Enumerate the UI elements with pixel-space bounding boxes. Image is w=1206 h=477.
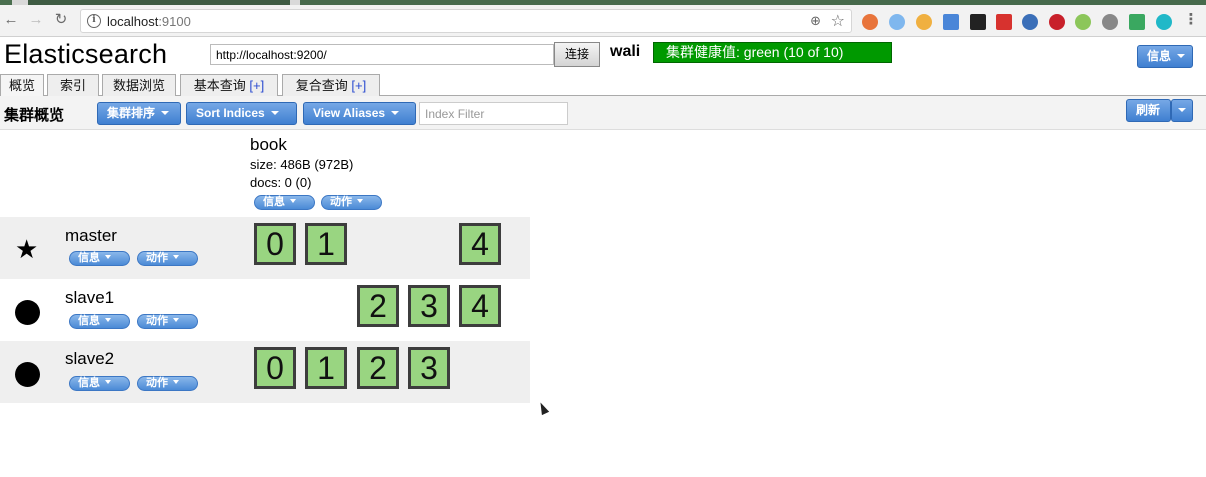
shard-box[interactable]: 0 <box>254 223 296 265</box>
refresh-button[interactable]: 刷新 <box>1126 99 1171 122</box>
bookmark-star-icon[interactable]: ☆ <box>831 11 845 31</box>
index-name: book <box>250 135 287 154</box>
reload-icon[interactable]: ↻ <box>52 11 70 29</box>
extension-icon[interactable] <box>1102 14 1118 30</box>
chevron-down-icon <box>1177 53 1186 58</box>
node-name: slave1 <box>65 288 115 307</box>
node-action-button[interactable]: 动作 <box>137 251 198 266</box>
chevron-down-icon <box>105 380 111 385</box>
index-action-button[interactable]: 动作 <box>321 195 382 210</box>
zoom-icon[interactable]: ⊕ <box>810 13 821 29</box>
node-row-master: ★ master 信息 动作 0 1 4 <box>0 217 530 279</box>
cluster-health-badge: 集群健康值: green (10 of 10) <box>653 42 892 63</box>
connect-button[interactable]: 连接 <box>554 42 600 67</box>
refresh-options-button[interactable] <box>1171 99 1193 122</box>
tab-indices[interactable]: 索引 <box>47 74 99 96</box>
node-name: master <box>65 226 117 245</box>
chevron-down-icon <box>357 199 363 204</box>
adblock-icon[interactable] <box>1049 14 1065 30</box>
index-filter-input[interactable] <box>419 102 568 125</box>
chevron-down-icon <box>173 380 179 385</box>
chevron-down-icon <box>290 199 296 204</box>
shard-box[interactable]: 0 <box>254 347 296 389</box>
index-info-button[interactable]: 信息 <box>254 195 315 210</box>
extension-icon[interactable] <box>916 14 932 30</box>
extension-icon[interactable] <box>1129 14 1145 30</box>
page-title: 集群概览 <box>4 107 65 124</box>
extension-icon[interactable] <box>1156 14 1172 30</box>
view-aliases-button[interactable]: View Aliases <box>303 102 416 125</box>
extension-icon[interactable] <box>996 14 1012 30</box>
tab-browser[interactable]: 数据浏览 <box>102 74 176 96</box>
browser-menu-icon[interactable]: ⋮ <box>1182 11 1200 29</box>
sort-indices-button[interactable]: Sort Indices <box>186 102 297 125</box>
shard-box[interactable]: 3 <box>408 285 450 327</box>
chevron-down-icon <box>161 110 170 115</box>
shard-box[interactable]: 3 <box>408 347 450 389</box>
browser-toolbar: ← → ↻ i localhost:9100 ⊕ ☆ ⋮ <box>0 5 1206 37</box>
extension-icon[interactable] <box>889 14 905 30</box>
cluster-sort-button[interactable]: 集群排序 <box>97 102 181 125</box>
extension-icon[interactable] <box>1075 14 1091 30</box>
chevron-down-icon <box>1178 107 1186 112</box>
shard-box[interactable]: 2 <box>357 285 399 327</box>
tab-overview[interactable]: 概览 <box>0 74 44 97</box>
chevron-down-icon <box>173 318 179 323</box>
node-row-slave1: slave1 信息 动作 2 3 4 <box>0 279 530 341</box>
chevron-down-icon <box>105 318 111 323</box>
app-title: Elasticsearch <box>4 39 168 69</box>
node-info-button[interactable]: 信息 <box>69 376 130 391</box>
connect-url-input[interactable] <box>210 44 554 65</box>
site-info-icon[interactable]: i <box>87 14 101 28</box>
circle-icon <box>15 300 40 325</box>
extension-icon[interactable] <box>1022 14 1038 30</box>
chevron-down-icon <box>105 255 111 260</box>
node-name: slave2 <box>65 349 115 368</box>
extension-icon[interactable] <box>970 14 986 30</box>
shard-box[interactable]: 4 <box>459 223 501 265</box>
chevron-down-icon <box>270 110 279 115</box>
node-row-slave2: slave2 信息 动作 0 1 2 3 <box>0 341 530 403</box>
tab-basic-query[interactable]: 基本查询 [+] <box>180 74 278 96</box>
mouse-cursor-icon <box>536 400 550 416</box>
index-size: size: 486B (972B) <box>250 157 354 172</box>
shard-box[interactable]: 2 <box>357 347 399 389</box>
star-icon: ★ <box>15 234 39 264</box>
tab-compound-query[interactable]: 复合查询 [+] <box>282 74 380 96</box>
extension-icon[interactable] <box>862 14 878 30</box>
node-info-button[interactable]: 信息 <box>69 251 130 266</box>
shard-box[interactable]: 4 <box>459 285 501 327</box>
node-info-button[interactable]: 信息 <box>69 314 130 329</box>
cluster-name: wali <box>610 43 641 60</box>
extension-icon[interactable] <box>943 14 959 30</box>
forward-arrow-icon[interactable]: → <box>27 11 45 29</box>
index-docs: docs: 0 (0) <box>250 175 312 190</box>
info-menu-button[interactable]: 信息 <box>1137 45 1193 68</box>
address-text: localhost:9100 <box>107 14 191 29</box>
circle-icon <box>15 362 40 387</box>
back-arrow-icon[interactable]: ← <box>2 11 20 29</box>
chevron-down-icon <box>173 255 179 260</box>
node-action-button[interactable]: 动作 <box>137 376 198 391</box>
node-action-button[interactable]: 动作 <box>137 314 198 329</box>
main-tabs: 概览 索引 数据浏览 基本查询 [+] 复合查询 [+] <box>0 74 1206 97</box>
chevron-down-icon <box>391 110 400 115</box>
address-bar[interactable]: i localhost:9100 ⊕ ☆ <box>80 9 852 33</box>
shard-box[interactable]: 1 <box>305 347 347 389</box>
shard-box[interactable]: 1 <box>305 223 347 265</box>
